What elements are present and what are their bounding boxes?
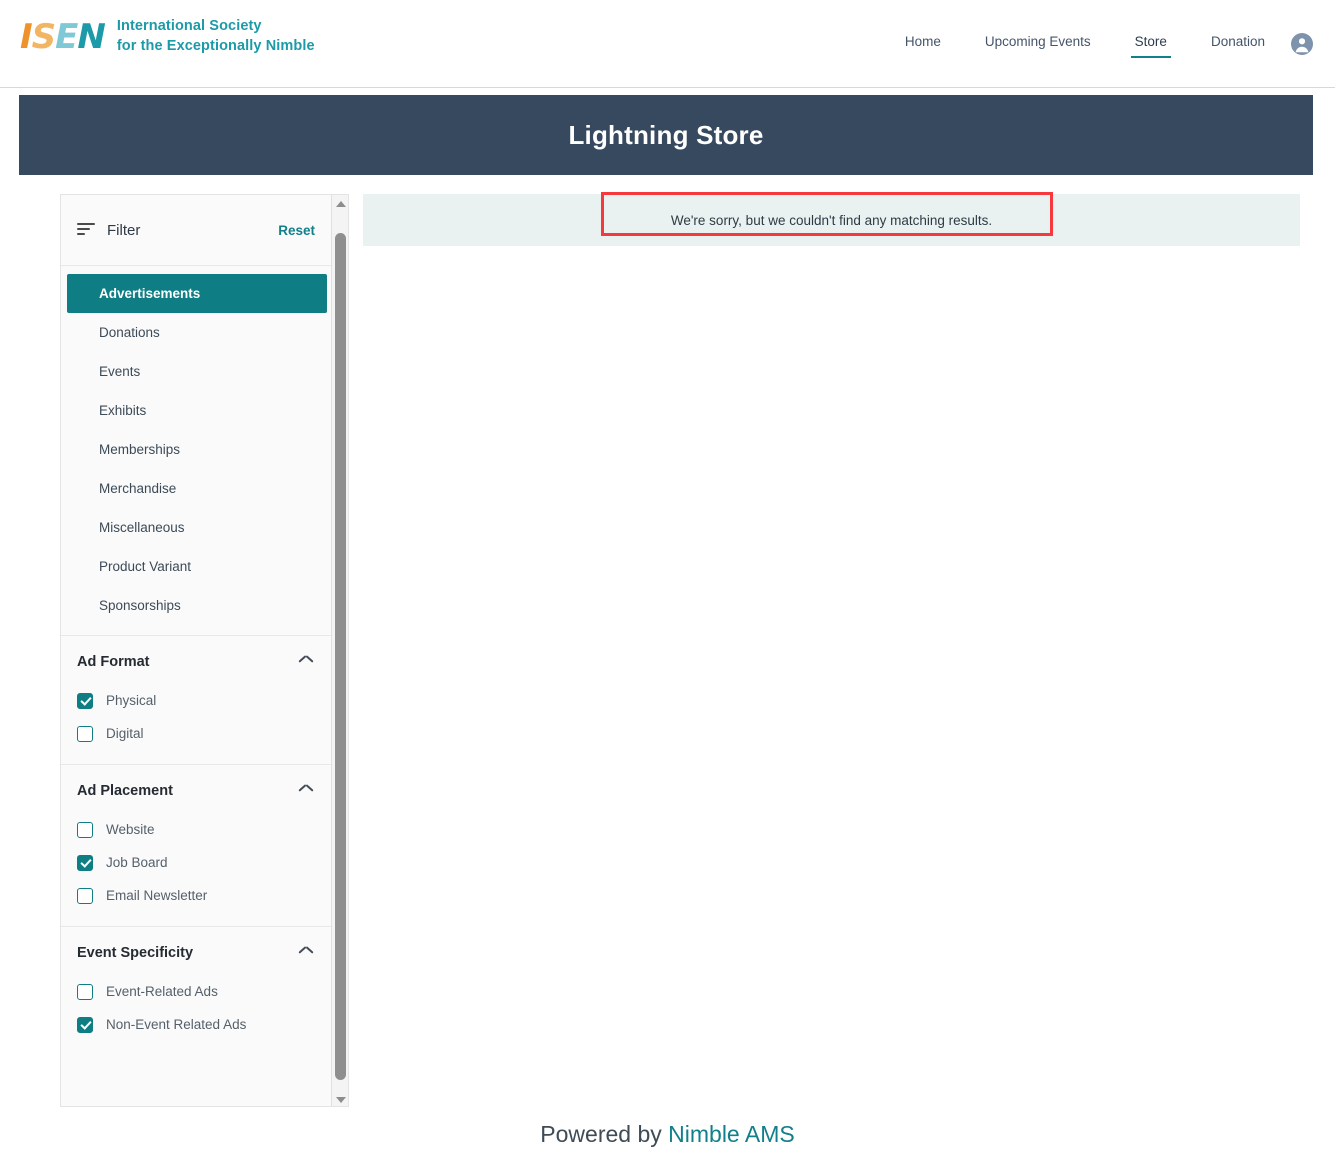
filter-panel-header: Filter Reset bbox=[61, 195, 333, 266]
reset-filters-link[interactable]: Reset bbox=[278, 223, 315, 238]
category-item-miscellaneous[interactable]: Miscellaneous bbox=[61, 508, 333, 547]
filter-panel-scrollbar[interactable] bbox=[331, 195, 348, 1107]
category-item-memberships[interactable]: Memberships bbox=[61, 430, 333, 469]
chevron-up-icon[interactable] bbox=[299, 787, 313, 796]
main-content: Filter Reset Advertisements Donations Ev… bbox=[0, 175, 1335, 1105]
facet-event-specificity-header[interactable]: Event Specificity bbox=[61, 945, 333, 961]
checkbox-job-board[interactable] bbox=[77, 855, 93, 871]
filter-panel-title: Filter bbox=[107, 222, 278, 239]
filter-panel-scroll-content: Filter Reset Advertisements Donations Ev… bbox=[61, 195, 333, 1106]
checkbox-label-job-board: Job Board bbox=[106, 855, 168, 870]
checkbox-row-non-event-related-ads[interactable]: Non-Event Related Ads bbox=[61, 1008, 333, 1041]
logo-letter-i: I bbox=[20, 17, 32, 57]
no-results-message: We're sorry, but we couldn't find any ma… bbox=[671, 213, 992, 228]
checkbox-label-non-event-related-ads: Non-Event Related Ads bbox=[106, 1017, 246, 1032]
checkbox-row-event-related-ads[interactable]: Event-Related Ads bbox=[61, 975, 333, 1008]
checkbox-row-job-board[interactable]: Job Board bbox=[61, 846, 333, 879]
logo-letter-e: E bbox=[55, 17, 77, 57]
filter-list-icon bbox=[77, 223, 95, 237]
checkbox-label-physical: Physical bbox=[106, 693, 156, 708]
no-results-banner: We're sorry, but we couldn't find any ma… bbox=[363, 194, 1300, 246]
page-banner: Lightning Store bbox=[19, 95, 1313, 175]
checkbox-non-event-related-ads[interactable] bbox=[77, 1017, 93, 1033]
user-avatar-icon[interactable] bbox=[1290, 32, 1314, 56]
facet-ad-format-header[interactable]: Ad Format bbox=[61, 654, 333, 670]
category-item-merchandise[interactable]: Merchandise bbox=[61, 469, 333, 508]
filter-panel: Filter Reset Advertisements Donations Ev… bbox=[60, 194, 349, 1107]
footer-brand-link[interactable]: Nimble AMS bbox=[668, 1121, 795, 1147]
scroll-up-arrow-icon[interactable] bbox=[332, 195, 349, 212]
scroll-down-arrow-icon[interactable] bbox=[332, 1091, 349, 1107]
facet-event-specificity-title: Event Specificity bbox=[77, 945, 299, 961]
category-item-exhibits[interactable]: Exhibits bbox=[61, 391, 333, 430]
checkbox-event-related-ads[interactable] bbox=[77, 984, 93, 1000]
checkbox-row-email-newsletter[interactable]: Email Newsletter bbox=[61, 879, 333, 912]
page-footer: Powered by Nimble AMS bbox=[0, 1108, 1335, 1160]
category-item-events[interactable]: Events bbox=[61, 352, 333, 391]
footer-prefix: Powered by bbox=[540, 1121, 668, 1147]
chevron-up-icon[interactable] bbox=[299, 949, 313, 958]
category-item-product-variant[interactable]: Product Variant bbox=[61, 547, 333, 586]
top-navigation-bar: ISEN International Society for the Excep… bbox=[0, 0, 1335, 88]
footer-powered-by: Powered by Nimble AMS bbox=[540, 1121, 794, 1148]
checkbox-label-event-related-ads: Event-Related Ads bbox=[106, 984, 218, 999]
site-logo[interactable]: ISEN International Society for the Excep… bbox=[20, 17, 315, 56]
facet-ad-format: Ad Format Physical Digital bbox=[61, 636, 333, 765]
logo-letter-s: S bbox=[32, 17, 56, 57]
logo-tagline: International Society for the Exceptiona… bbox=[117, 17, 315, 56]
category-item-sponsorships[interactable]: Sponsorships bbox=[61, 586, 333, 625]
nav-item-store[interactable]: Store bbox=[1135, 34, 1167, 54]
page-title: Lightning Store bbox=[568, 120, 763, 151]
checkbox-row-website[interactable]: Website bbox=[61, 813, 333, 846]
checkbox-physical[interactable] bbox=[77, 693, 93, 709]
checkbox-label-digital: Digital bbox=[106, 726, 144, 741]
scrollbar-thumb[interactable] bbox=[335, 233, 346, 1080]
checkbox-label-email-newsletter: Email Newsletter bbox=[106, 888, 207, 903]
chevron-up-icon[interactable] bbox=[299, 658, 313, 667]
facet-event-specificity: Event Specificity Event-Related Ads Non-… bbox=[61, 927, 333, 1055]
checkbox-label-website: Website bbox=[106, 822, 155, 837]
isen-logo-mark: ISEN bbox=[20, 20, 105, 54]
facet-ad-placement: Ad Placement Website Job Board Email New… bbox=[61, 765, 333, 927]
checkbox-email-newsletter[interactable] bbox=[77, 888, 93, 904]
nav-item-upcoming-events[interactable]: Upcoming Events bbox=[985, 34, 1091, 54]
facet-ad-placement-header[interactable]: Ad Placement bbox=[61, 783, 333, 799]
facet-ad-placement-title: Ad Placement bbox=[77, 783, 299, 799]
category-item-donations[interactable]: Donations bbox=[61, 313, 333, 352]
nav-item-donation[interactable]: Donation bbox=[1211, 34, 1265, 54]
nav-item-home[interactable]: Home bbox=[905, 34, 941, 54]
nav-links: Home Upcoming Events Store Donation bbox=[905, 0, 1265, 88]
checkbox-website[interactable] bbox=[77, 822, 93, 838]
checkbox-row-physical[interactable]: Physical bbox=[61, 684, 333, 717]
logo-tagline-line2: for the Exceptionally Nimble bbox=[117, 37, 315, 57]
logo-tagline-line1: International Society bbox=[117, 17, 315, 37]
category-item-advertisements[interactable]: Advertisements bbox=[67, 274, 327, 313]
category-list: Advertisements Donations Events Exhibits… bbox=[61, 266, 333, 636]
facet-ad-format-title: Ad Format bbox=[77, 654, 299, 670]
checkbox-row-digital[interactable]: Digital bbox=[61, 717, 333, 750]
checkbox-digital[interactable] bbox=[77, 726, 93, 742]
logo-letter-n: N bbox=[77, 17, 104, 57]
